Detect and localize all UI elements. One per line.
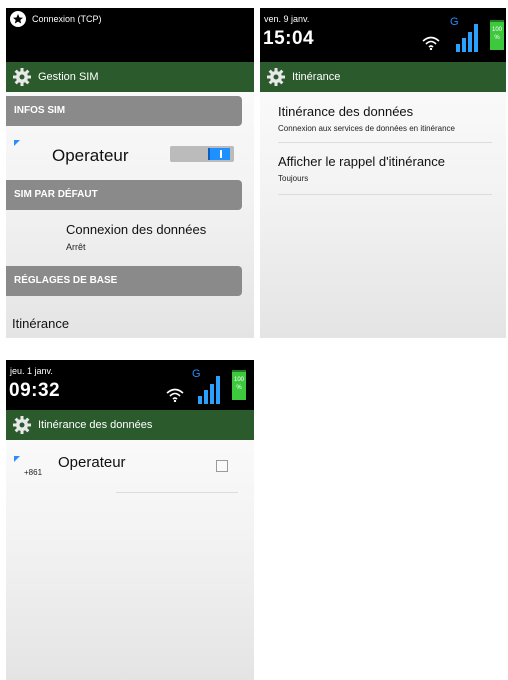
wifi-icon — [166, 388, 184, 402]
app-header: Itinérance — [260, 62, 506, 92]
sim-toggle[interactable] — [170, 146, 234, 162]
wifi-icon — [422, 36, 440, 50]
status-bar: jeu. 1 janv. 09:32 G 100 % — [6, 360, 254, 414]
roaming-reminder-value: Toujours — [278, 174, 309, 183]
operator-label: Operateur — [58, 454, 126, 471]
roaming-item[interactable]: Itinérance — [12, 316, 69, 331]
selection-marker — [14, 456, 20, 462]
data-connection-value: Arrêt — [66, 242, 86, 252]
section-header-sim-info: INFOS SIM — [6, 96, 242, 126]
page-title: Itinérance — [292, 71, 341, 83]
screen-roaming: ven. 9 janv. 15:04 G 100 % Itinérance It… — [260, 8, 506, 338]
page-title: Gestion SIM — [38, 71, 99, 83]
section-header-basic-settings: RÉGLAGES DE BASE — [6, 266, 242, 296]
operator-number: +861 — [24, 468, 43, 477]
page-title: Itinérance des données — [38, 419, 153, 431]
app-notification-icon — [10, 11, 26, 27]
status-bar: Connexion (TCP) — [6, 8, 254, 62]
signal-icon — [456, 24, 478, 52]
gear-icon — [13, 68, 31, 86]
status-date: ven. 9 janv. — [264, 14, 310, 24]
screen-data-roaming: jeu. 1 janv. 09:32 G 100 % Itinérance de… — [6, 360, 254, 680]
status-time: 09:32 — [9, 380, 61, 401]
divider — [116, 492, 238, 493]
data-roaming-title: Itinérance des données — [278, 104, 414, 119]
battery-icon: 100 % — [232, 370, 246, 400]
status-date: jeu. 1 janv. — [10, 366, 53, 376]
section-header-default-sim: SIM PAR DÉFAUT — [6, 180, 242, 210]
divider — [278, 194, 492, 195]
data-roaming-subtitle: Connexion aux services de données en iti… — [278, 124, 456, 133]
battery-icon: 100 % — [490, 20, 504, 50]
app-header: Itinérance des données — [6, 410, 254, 440]
data-connection-title: Connexion des données — [66, 222, 207, 237]
screen-sim-management: Connexion (TCP) Gestion SIM INFOS SIM Op… — [6, 8, 254, 338]
roaming-reminder-title: Afficher le rappel d'itinérance — [278, 154, 446, 169]
operator-label: Operateur — [52, 146, 129, 165]
signal-icon — [198, 376, 220, 404]
status-bar: ven. 9 janv. 15:04 G 100 % — [260, 8, 506, 62]
status-time: 15:04 — [263, 28, 315, 49]
app-header: Gestion SIM — [6, 62, 254, 92]
divider — [278, 142, 492, 143]
notification-text: Connexion (TCP) — [32, 14, 102, 24]
gear-icon — [13, 416, 31, 434]
operator-checkbox[interactable] — [216, 460, 228, 472]
selection-marker — [14, 140, 20, 146]
gear-icon — [267, 68, 285, 86]
